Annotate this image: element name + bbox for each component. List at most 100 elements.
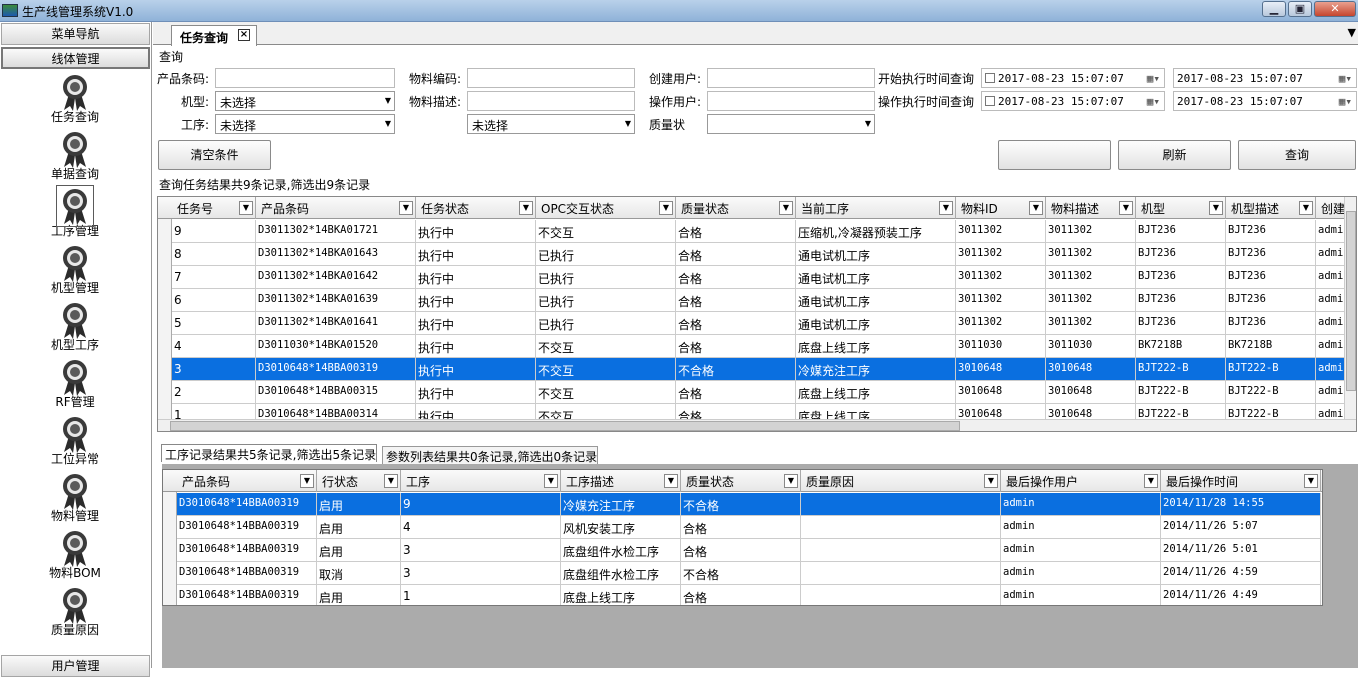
- table-row[interactable]: 5 D3011302*14BKA01641 执行中 已执行 合格 通电试机工序 30113…: [172, 312, 1356, 335]
- column-header[interactable]: 任务状态 ▼: [416, 197, 536, 219]
- filter-dropdown-icon[interactable]: ▼: [1304, 474, 1318, 488]
- refresh-button[interactable]: 刷新: [1118, 140, 1231, 170]
- tab-close-icon[interactable]: ×: [238, 29, 250, 41]
- line-management-header[interactable]: 线体管理: [1, 47, 150, 69]
- calendar-icon[interactable]: ▦▾: [1147, 95, 1160, 108]
- sidebar-item-9[interactable]: 物料BOM: [0, 528, 150, 585]
- table-row[interactable]: 9 D3011302*14BKA01721 执行中 不交互 合格 压缩机,冷凝器预装工序 3…: [172, 220, 1356, 243]
- scroll-thumb[interactable]: [170, 421, 960, 431]
- menu-nav-header[interactable]: 菜单导航: [1, 23, 150, 45]
- sidebar-item-8[interactable]: 物料管理: [0, 471, 150, 528]
- table-row[interactable]: 6 D3011302*14BKA01639 执行中 已执行 合格 通电试机工序 30113…: [172, 289, 1356, 312]
- table-row[interactable]: 2 D3010648*14BBA00315 执行中 不交互 合格 底盘上线工序 301064…: [172, 381, 1356, 404]
- column-header[interactable]: 行状态 ▼: [317, 470, 401, 492]
- table-row[interactable]: 8 D3011302*14BKA01643 执行中 已执行 合格 通电试机工序 30113…: [172, 243, 1356, 266]
- filter-dropdown-icon[interactable]: ▼: [984, 474, 998, 488]
- start-time-from[interactable]: 2017-08-23 15:07:07 ▦▾: [981, 68, 1165, 88]
- material-desc-input[interactable]: [467, 91, 635, 111]
- sidebar-item-10[interactable]: 质量原因: [0, 585, 150, 642]
- column-header[interactable]: 产品条码 ▼: [177, 470, 317, 492]
- start-time-checkbox[interactable]: [985, 73, 995, 83]
- task-vertical-scrollbar[interactable]: [1344, 197, 1356, 419]
- column-header[interactable]: 最后操作用户 ▼: [1001, 470, 1161, 492]
- column-header[interactable]: OPC交互状态 ▼: [536, 197, 676, 219]
- filter-dropdown-icon[interactable]: ▼: [1144, 474, 1158, 488]
- sidebar-item-5[interactable]: 机型工序: [0, 300, 150, 357]
- filter-dropdown-icon[interactable]: ▼: [1029, 201, 1043, 215]
- tab-parameter-list[interactable]: 参数列表结果共0条记录,筛选出0条记录: [382, 446, 598, 464]
- column-header[interactable]: 任务号 ▼: [172, 197, 256, 219]
- sidebar-item-6[interactable]: RF管理: [0, 357, 150, 414]
- maximize-button[interactable]: ▣: [1288, 1, 1312, 17]
- sidebar-item-2[interactable]: 单据查询: [0, 129, 150, 186]
- table-row[interactable]: D3010648*14BBA00319 启用 9 冷媒充注工序 不合格 admin 2014…: [177, 493, 1321, 516]
- filter-dropdown-icon[interactable]: ▼: [544, 474, 558, 488]
- query-button[interactable]: 查询: [1238, 140, 1356, 170]
- filter-dropdown-icon[interactable]: ▼: [939, 201, 953, 215]
- task-horizontal-scrollbar[interactable]: [158, 419, 1356, 431]
- filter-dropdown-icon[interactable]: ▼: [1209, 201, 1223, 215]
- table-row[interactable]: D3010648*14BBA00319 取消 3 底盘组件水检工序 不合格 admin 20…: [177, 562, 1321, 585]
- op-time-from[interactable]: 2017-08-23 15:07:07 ▦▾: [981, 91, 1165, 111]
- table-row[interactable]: D3010648*14BBA00319 启用 1 底盘上线工序 合格 admin 2014/…: [177, 585, 1321, 605]
- material-code-input[interactable]: [467, 68, 635, 88]
- blank-button[interactable]: [998, 140, 1111, 170]
- title-bar: 生产线管理系统V1.0 ▁ ▣ ✕: [0, 0, 1358, 22]
- filter-dropdown-icon[interactable]: ▼: [1119, 201, 1133, 215]
- filter-dropdown-icon[interactable]: ▼: [519, 201, 533, 215]
- filter-dropdown-icon[interactable]: ▼: [300, 474, 314, 488]
- filter-dropdown-icon[interactable]: ▼: [659, 201, 673, 215]
- filter-dropdown-icon[interactable]: ▼: [779, 201, 793, 215]
- sidebar-item-3[interactable]: 工序管理: [0, 185, 150, 243]
- column-header[interactable]: 工序描述 ▼: [561, 470, 681, 492]
- process-grid[interactable]: 产品条码 ▼ 行状态 ▼ 工序 ▼ 工序描述 ▼ 质量状态 ▼ 质量原因 ▼ 最后操作用户 ▼ 最后操作时间…: [162, 469, 1323, 606]
- column-header[interactable]: 质量状态 ▼: [676, 197, 796, 219]
- table-row[interactable]: 7 D3011302*14BKA01642 执行中 已执行 合格 通电试机工序 30113…: [172, 266, 1356, 289]
- filter-dropdown-icon[interactable]: ▼: [1299, 201, 1313, 215]
- column-header[interactable]: 质量原因 ▼: [801, 470, 1001, 492]
- tab-task-query[interactable]: 任务查询 ×: [171, 25, 257, 46]
- column-header[interactable]: 机型描述 ▼: [1226, 197, 1316, 219]
- clear-conditions-button[interactable]: 清空条件: [158, 140, 271, 170]
- operate-user-input[interactable]: [707, 91, 875, 111]
- tab-menu-icon[interactable]: ▼: [1348, 26, 1356, 39]
- process-select[interactable]: 未选择: [215, 114, 395, 134]
- filter-dropdown-icon[interactable]: ▼: [784, 474, 798, 488]
- calendar-icon[interactable]: ▦▾: [1339, 72, 1352, 85]
- filter-dropdown-icon[interactable]: ▼: [664, 474, 678, 488]
- scroll-thumb[interactable]: [1346, 211, 1356, 391]
- model-select[interactable]: 未选择: [215, 91, 395, 111]
- create-user-input[interactable]: [707, 68, 875, 88]
- table-row[interactable]: D3010648*14BBA00319 启用 4 风机安装工序 合格 admin 2014/…: [177, 516, 1321, 539]
- column-header[interactable]: 物料描述 ▼: [1046, 197, 1136, 219]
- column-header[interactable]: 工序 ▼: [401, 470, 561, 492]
- extra-select[interactable]: 未选择: [467, 114, 635, 134]
- barcode-input[interactable]: [215, 68, 395, 88]
- filter-dropdown-icon[interactable]: ▼: [399, 201, 413, 215]
- user-management-header[interactable]: 用户管理: [1, 655, 150, 677]
- op-time-checkbox[interactable]: [985, 96, 995, 106]
- op-time-to[interactable]: 2017-08-23 15:07:07 ▦▾: [1173, 91, 1357, 111]
- start-time-to[interactable]: 2017-08-23 15:07:07 ▦▾: [1173, 68, 1357, 88]
- calendar-icon[interactable]: ▦▾: [1147, 72, 1160, 85]
- sidebar-item-1[interactable]: 任务查询: [0, 72, 150, 129]
- column-header[interactable]: 机型 ▼: [1136, 197, 1226, 219]
- table-row[interactable]: 3 D3010648*14BBA00319 执行中 不交互 不合格 冷媒充注工序 30106…: [172, 358, 1356, 381]
- column-header[interactable]: 质量状态 ▼: [681, 470, 801, 492]
- sidebar-item-7[interactable]: 工位异常: [0, 414, 150, 471]
- table-row[interactable]: D3010648*14BBA00319 启用 3 底盘组件水检工序 合格 admin 201…: [177, 539, 1321, 562]
- calendar-icon[interactable]: ▦▾: [1339, 95, 1352, 108]
- column-header[interactable]: 当前工序 ▼: [796, 197, 956, 219]
- filter-dropdown-icon[interactable]: ▼: [239, 201, 253, 215]
- tab-process-records[interactable]: 工序记录结果共5条记录,筛选出5条记录: [161, 444, 377, 462]
- quality-select[interactable]: [707, 114, 875, 134]
- table-row[interactable]: 4 D3011030*14BKA01520 执行中 不交互 合格 底盘上线工序 301103…: [172, 335, 1356, 358]
- sidebar-item-4[interactable]: 机型管理: [0, 243, 150, 300]
- column-header[interactable]: 物料ID ▼: [956, 197, 1046, 219]
- minimize-button[interactable]: ▁: [1262, 1, 1286, 17]
- filter-dropdown-icon[interactable]: ▼: [384, 474, 398, 488]
- column-header[interactable]: 最后操作时间 ▼: [1161, 470, 1321, 492]
- close-button[interactable]: ✕: [1314, 1, 1356, 17]
- task-grid[interactable]: 任务号 ▼ 产品条码 ▼ 任务状态 ▼ OPC交互状态 ▼ 质量状态 ▼ 当前工序 ▼ 物料ID ▼ 物料描…: [157, 196, 1357, 432]
- column-header[interactable]: 产品条码 ▼: [256, 197, 416, 219]
